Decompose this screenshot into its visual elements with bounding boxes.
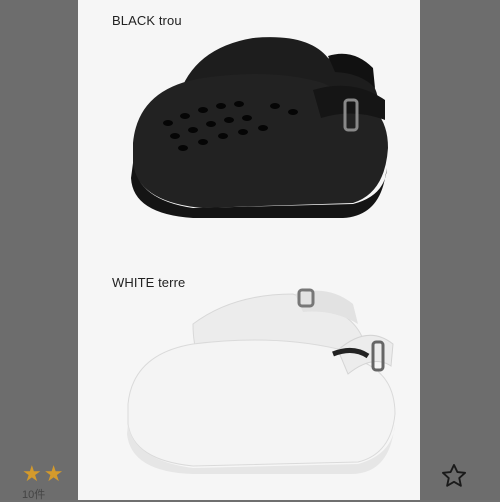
rating-stars: ★ ★ bbox=[22, 462, 63, 486]
white-clog-image bbox=[127, 288, 396, 474]
star-filled-icon: ★ bbox=[22, 461, 42, 486]
star-outline-icon[interactable] bbox=[440, 462, 468, 490]
star-filled-icon: ★ bbox=[43, 461, 64, 486]
product-image-panel[interactable]: BLACK trou WHITE terre bbox=[78, 0, 420, 500]
variant-label-black: BLACK trou bbox=[112, 13, 182, 28]
black-clog-image bbox=[131, 37, 388, 218]
left-dim-overlay bbox=[0, 0, 78, 500]
right-dim-overlay bbox=[420, 0, 500, 500]
